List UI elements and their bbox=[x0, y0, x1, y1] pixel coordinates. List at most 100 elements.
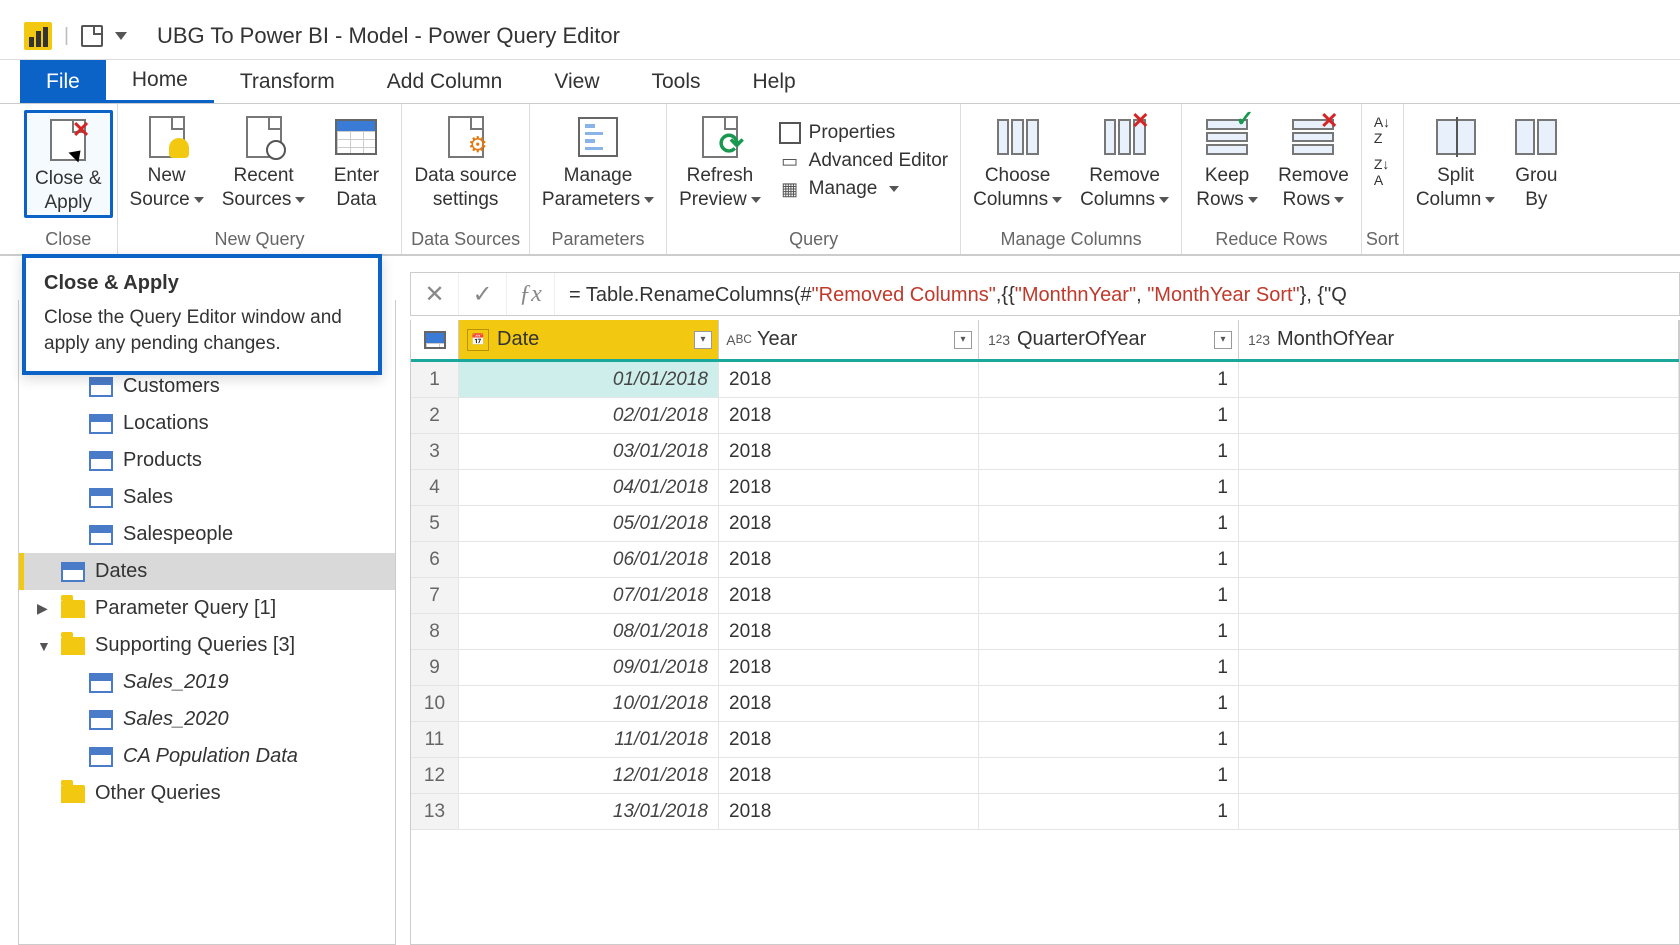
cell-date[interactable]: 13/01/2018 bbox=[459, 794, 719, 829]
query-sales-2020[interactable]: Sales_2020 bbox=[19, 701, 395, 738]
cell-year[interactable]: 2018 bbox=[719, 434, 979, 469]
cell-quarterofyear[interactable]: 1 bbox=[979, 362, 1239, 397]
query-ca-population[interactable]: CA Population Data bbox=[19, 738, 395, 775]
tab-file[interactable]: File bbox=[20, 60, 106, 103]
table-row[interactable]: 1111/01/201820181 bbox=[411, 722, 1679, 758]
cell-date[interactable]: 07/01/2018 bbox=[459, 578, 719, 613]
folder-supporting-queries[interactable]: ▼Supporting Queries [3] bbox=[19, 627, 395, 664]
cell-quarterofyear[interactable]: 1 bbox=[979, 470, 1239, 505]
cell-quarterofyear[interactable]: 1 bbox=[979, 650, 1239, 685]
column-header-quarterofyear[interactable]: 123 QuarterOfYear ▾ bbox=[979, 320, 1239, 359]
column-header-monthofyear[interactable]: 123 MonthOfYear bbox=[1239, 320, 1679, 359]
cell-year[interactable]: 2018 bbox=[719, 470, 979, 505]
cell-year[interactable]: 2018 bbox=[719, 542, 979, 577]
cell-quarterofyear[interactable]: 1 bbox=[979, 434, 1239, 469]
formula-input[interactable]: = Table.RenameColumns(#"Removed Columns"… bbox=[555, 282, 1679, 307]
table-row[interactable]: 808/01/201820181 bbox=[411, 614, 1679, 650]
cell-year[interactable]: 2018 bbox=[719, 362, 979, 397]
cell-year[interactable]: 2018 bbox=[719, 614, 979, 649]
new-source-button[interactable]: New Source bbox=[122, 110, 212, 212]
cell-quarterofyear[interactable]: 1 bbox=[979, 722, 1239, 757]
table-row[interactable]: 202/01/201820181 bbox=[411, 398, 1679, 434]
properties-button[interactable]: Properties bbox=[779, 122, 948, 144]
cell-monthofyear[interactable] bbox=[1239, 722, 1679, 757]
cell-quarterofyear[interactable]: 1 bbox=[979, 506, 1239, 541]
choose-columns-button[interactable]: Choose Columns bbox=[965, 110, 1070, 212]
table-row[interactable]: 1313/01/201820181 bbox=[411, 794, 1679, 830]
cell-quarterofyear[interactable]: 1 bbox=[979, 686, 1239, 721]
cell-year[interactable]: 2018 bbox=[719, 686, 979, 721]
table-row[interactable]: 1010/01/201820181 bbox=[411, 686, 1679, 722]
formula-cancel-button[interactable]: ✕ bbox=[411, 273, 459, 315]
remove-rows-button[interactable]: Remove Rows bbox=[1270, 110, 1357, 212]
query-sales[interactable]: Sales bbox=[19, 479, 395, 516]
cell-date[interactable]: 04/01/2018 bbox=[459, 470, 719, 505]
advanced-editor-button[interactable]: Advanced Editor bbox=[779, 150, 948, 172]
refresh-preview-button[interactable]: ⟳ Refresh Preview bbox=[671, 110, 769, 212]
cell-date[interactable]: 12/01/2018 bbox=[459, 758, 719, 793]
cell-quarterofyear[interactable]: 1 bbox=[979, 794, 1239, 829]
table-row[interactable]: 707/01/201820181 bbox=[411, 578, 1679, 614]
filter-dropdown-icon[interactable]: ▾ bbox=[1214, 331, 1232, 349]
table-row[interactable]: 1212/01/201820181 bbox=[411, 758, 1679, 794]
table-row[interactable]: 606/01/201820181 bbox=[411, 542, 1679, 578]
query-products[interactable]: Products bbox=[19, 442, 395, 479]
cell-monthofyear[interactable] bbox=[1239, 686, 1679, 721]
group-by-button[interactable]: Grou By bbox=[1505, 110, 1567, 212]
table-row[interactable]: 909/01/201820181 bbox=[411, 650, 1679, 686]
expand-caret-icon[interactable]: ▶ bbox=[37, 600, 51, 617]
column-header-date[interactable]: 📅 Date ▾ bbox=[459, 320, 719, 359]
cell-date[interactable]: 08/01/2018 bbox=[459, 614, 719, 649]
tab-home[interactable]: Home bbox=[106, 60, 214, 103]
cell-year[interactable]: 2018 bbox=[719, 794, 979, 829]
query-sales-2019[interactable]: Sales_2019 bbox=[19, 664, 395, 701]
cell-monthofyear[interactable] bbox=[1239, 614, 1679, 649]
cell-date[interactable]: 05/01/2018 bbox=[459, 506, 719, 541]
filter-dropdown-icon[interactable]: ▾ bbox=[954, 331, 972, 349]
save-icon[interactable] bbox=[81, 25, 103, 47]
tab-add-column[interactable]: Add Column bbox=[361, 60, 529, 103]
cell-quarterofyear[interactable]: 1 bbox=[979, 578, 1239, 613]
cell-date[interactable]: 01/01/2018 bbox=[459, 362, 719, 397]
query-locations[interactable]: Locations bbox=[19, 405, 395, 442]
cell-monthofyear[interactable] bbox=[1239, 758, 1679, 793]
cell-date[interactable]: 03/01/2018 bbox=[459, 434, 719, 469]
cell-date[interactable]: 06/01/2018 bbox=[459, 542, 719, 577]
text-type-icon[interactable]: ABC bbox=[727, 328, 751, 352]
folder-other-queries[interactable]: Other Queries bbox=[19, 775, 395, 812]
cell-date[interactable]: 11/01/2018 bbox=[459, 722, 719, 757]
cell-date[interactable]: 02/01/2018 bbox=[459, 398, 719, 433]
cell-date[interactable]: 09/01/2018 bbox=[459, 650, 719, 685]
folder-parameter-query[interactable]: ▶Parameter Query [1] bbox=[19, 590, 395, 627]
recent-sources-button[interactable]: Recent Sources bbox=[214, 110, 314, 212]
cell-year[interactable]: 2018 bbox=[719, 722, 979, 757]
fx-icon[interactable]: ƒx bbox=[507, 273, 555, 315]
cell-year[interactable]: 2018 bbox=[719, 398, 979, 433]
cell-monthofyear[interactable] bbox=[1239, 794, 1679, 829]
table-row[interactable]: 404/01/201820181 bbox=[411, 470, 1679, 506]
sort-asc-button[interactable]: A↓Z bbox=[1374, 114, 1390, 146]
manage-button[interactable]: Manage bbox=[779, 178, 948, 200]
manage-parameters-button[interactable]: Manage Parameters bbox=[534, 110, 662, 212]
tab-tools[interactable]: Tools bbox=[625, 60, 726, 103]
cell-monthofyear[interactable] bbox=[1239, 434, 1679, 469]
remove-columns-button[interactable]: Remove Columns bbox=[1072, 110, 1177, 212]
cell-year[interactable]: 2018 bbox=[719, 758, 979, 793]
cell-year[interactable]: 2018 bbox=[719, 650, 979, 685]
table-row[interactable]: 101/01/201820181 bbox=[411, 362, 1679, 398]
select-all-corner[interactable] bbox=[411, 320, 459, 359]
tab-help[interactable]: Help bbox=[727, 60, 822, 103]
cell-monthofyear[interactable] bbox=[1239, 470, 1679, 505]
keep-rows-button[interactable]: Keep Rows bbox=[1186, 110, 1268, 212]
cell-quarterofyear[interactable]: 1 bbox=[979, 398, 1239, 433]
tab-view[interactable]: View bbox=[528, 60, 625, 103]
cell-monthofyear[interactable] bbox=[1239, 398, 1679, 433]
collapse-caret-icon[interactable]: ▼ bbox=[37, 638, 51, 654]
cell-monthofyear[interactable] bbox=[1239, 506, 1679, 541]
tab-transform[interactable]: Transform bbox=[214, 60, 361, 103]
cell-year[interactable]: 2018 bbox=[719, 506, 979, 541]
sort-desc-button[interactable]: Z↓A bbox=[1374, 156, 1390, 188]
table-row[interactable]: 505/01/201820181 bbox=[411, 506, 1679, 542]
cell-quarterofyear[interactable]: 1 bbox=[979, 758, 1239, 793]
filter-dropdown-icon[interactable]: ▾ bbox=[694, 331, 712, 349]
